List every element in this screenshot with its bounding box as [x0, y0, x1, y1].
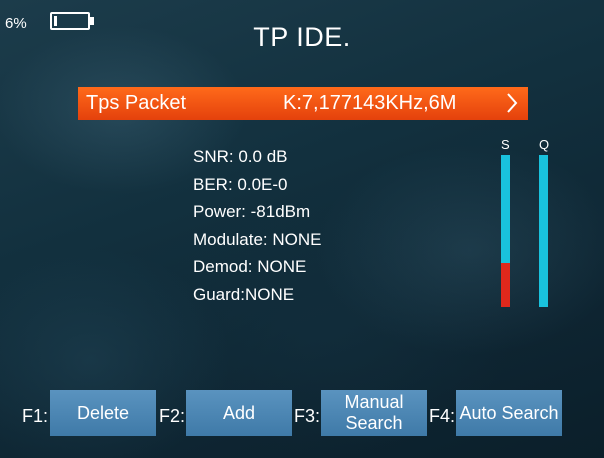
manual-search-button-label: Manual Search	[344, 392, 404, 433]
f1-key-label: F1:	[22, 406, 49, 426]
add-button[interactable]: Add	[186, 390, 292, 436]
quality-meter	[539, 155, 548, 307]
delete-button-label: Delete	[76, 402, 130, 423]
ber-value: BER: 0.0E-0	[193, 174, 288, 194]
manual-search-button[interactable]: Manual Search	[321, 390, 427, 436]
chevron-right-icon[interactable]	[504, 91, 520, 115]
signal-info: SNR: 0.0 dB BER: 0.0E-0 Power: -81dBm Mo…	[193, 143, 322, 308]
tp-frequency-value: K:7,177143KHz,6M	[283, 92, 457, 114]
f4-key-label: F4:	[429, 406, 456, 426]
page-title: TP IDE.	[253, 22, 351, 52]
strength-meter-label: S	[501, 137, 510, 152]
auto-search-button[interactable]: Auto Search	[456, 390, 562, 436]
quality-meter-label: Q	[539, 137, 550, 152]
tp-packet-label: Tps Packet	[86, 92, 187, 114]
f3-key-label: F3:	[294, 406, 321, 426]
guard-value: Guard:NONE	[193, 284, 295, 304]
tp-packet-selector[interactable]: Tps Packet K:7,177143KHz,6M	[78, 87, 528, 120]
demod-value: Demod: NONE	[193, 257, 307, 276]
modulate-value: Modulate: NONE	[193, 229, 322, 249]
power-value: Power: -81dBm	[193, 202, 311, 221]
strength-meter-fill	[501, 262, 510, 307]
snr-value: SNR: 0.0 dB	[193, 147, 288, 166]
strength-meter	[501, 155, 510, 307]
auto-search-button-label: Auto Search	[459, 402, 559, 423]
tp-ide-screen: 6% TP IDE. Tps Packet K:7,177143KHz,6M S…	[0, 0, 604, 458]
f2-key-label: F2:	[159, 406, 186, 426]
add-button-label: Add	[222, 402, 256, 423]
delete-button[interactable]: Delete	[50, 390, 156, 436]
